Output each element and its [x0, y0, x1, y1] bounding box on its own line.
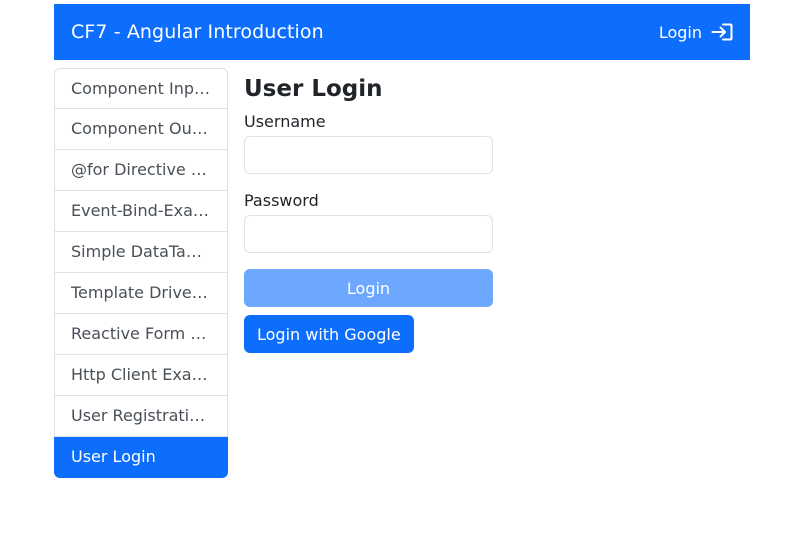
sidebar-item-component-output[interactable]: Component Output Example — [54, 109, 228, 150]
nav-login-link[interactable]: Login — [659, 23, 733, 42]
sidebar-item-reactive-form[interactable]: Reactive Form Example — [54, 314, 228, 355]
sidebar-item-http-client[interactable]: Http Client Example — [54, 355, 228, 396]
sidebar-item-for-directive[interactable]: @for Directive Example — [54, 150, 228, 191]
login-with-google-button[interactable]: Login with Google — [244, 315, 414, 353]
password-label: Password — [244, 191, 319, 210]
page-title: User Login — [244, 76, 383, 102]
sidebar-item-template-driven-form[interactable]: Template Driven Form Example — [54, 273, 228, 314]
login-panel: User Login Username Password Login Login… — [244, 72, 493, 353]
username-label: Username — [244, 112, 326, 131]
sidebar-item-user-login[interactable]: User Login — [54, 437, 228, 478]
nav-login-label: Login — [658, 22, 702, 42]
box-arrow-in-right-icon — [711, 23, 733, 41]
username-input[interactable] — [244, 136, 493, 174]
sidebar-item-simple-datatable[interactable]: Simple DataTable Example — [54, 232, 228, 273]
top-navbar: CF7 - Angular Introduction Login — [54, 4, 750, 60]
password-input[interactable] — [244, 215, 493, 253]
sidebar-menu: Component Input Example Component Output… — [54, 68, 228, 478]
app-brand[interactable]: CF7 - Angular Introduction — [71, 21, 324, 43]
login-button[interactable]: Login — [244, 269, 493, 307]
sidebar-item-event-bind[interactable]: Event-Bind-Example — [54, 191, 228, 232]
login-form: Username Password Login Login with Googl… — [244, 110, 493, 353]
sidebar-item-component-input[interactable]: Component Input Example — [54, 68, 228, 109]
sidebar-item-user-registration[interactable]: User Registration Example — [54, 396, 228, 437]
